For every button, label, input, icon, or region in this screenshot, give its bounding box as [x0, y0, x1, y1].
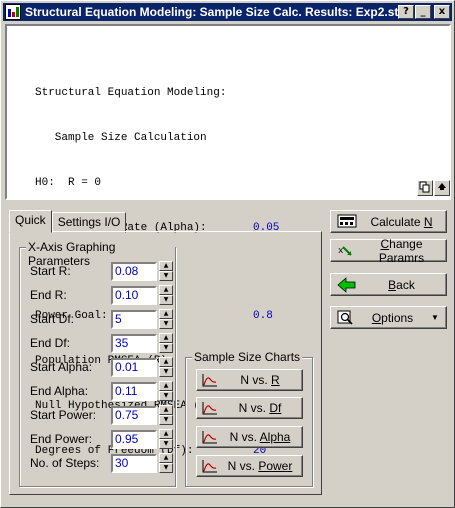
sample-size-charts-title: Sample Size Charts: [192, 350, 303, 364]
start-alpha-spinner[interactable]: ▲ ▼: [159, 357, 173, 377]
dropdown-arrow-icon: ▼: [431, 313, 439, 322]
no-of-steps-input[interactable]: 30: [111, 453, 157, 473]
dialog-window: Structural Equation Modeling: Sample Siz…: [0, 0, 455, 508]
end-df-input[interactable]: 35: [111, 333, 157, 353]
change-paramrs-button[interactable]: x Change Paramrs: [330, 237, 447, 265]
results-panel: Structural Equation Modeling: Sample Siz…: [5, 24, 451, 457]
end-r-input[interactable]: 0.10: [111, 285, 157, 305]
param-end-r: End R: 0.10 ▲ ▼: [30, 285, 173, 305]
minimize-button[interactable]: _: [415, 5, 431, 19]
param-end-df: End Df: 35 ▲ ▼: [30, 333, 173, 353]
help-button[interactable]: ?: [398, 5, 414, 19]
options-button[interactable]: Options ▼: [330, 306, 447, 329]
tab-strip: Quick Settings I/O: [9, 210, 127, 233]
change-params-icon: x: [337, 243, 357, 259]
start-alpha-input[interactable]: 0.01: [111, 357, 157, 377]
end-power-spinner[interactable]: ▲ ▼: [159, 429, 173, 449]
results-h0: H0: R = 0: [35, 177, 102, 189]
no-of-steps-spinner[interactable]: ▲ ▼: [159, 453, 173, 473]
param-end-alpha: End Alpha: 0.11 ▲ ▼: [30, 381, 173, 401]
app-icon[interactable]: [5, 4, 21, 20]
close-button[interactable]: x: [434, 5, 450, 19]
n-vs-df-button[interactable]: N vs. Df: [196, 397, 303, 419]
chart-curve-icon: [202, 459, 218, 473]
param-start-r: Start R: 0.08 ▲ ▼: [30, 261, 173, 281]
start-power-spinner[interactable]: ▲ ▼: [159, 405, 173, 425]
back-button[interactable]: Back: [330, 273, 447, 296]
start-power-input[interactable]: 0.75: [111, 405, 157, 425]
n-vs-power-button[interactable]: N vs. Power: [196, 455, 303, 477]
copy-icon[interactable]: [417, 180, 433, 196]
window-title: Structural Equation Modeling: Sample Siz…: [25, 5, 398, 19]
n-vs-alpha-button[interactable]: N vs. Alpha: [196, 426, 303, 448]
param-no-of-steps: No. of Steps: 30 ▲ ▼: [30, 453, 173, 473]
param-start-alpha: Start Alpha: 0.01 ▲ ▼: [30, 357, 173, 377]
start-df-spinner[interactable]: ▲ ▼: [159, 309, 173, 329]
x-axis-parameters-group: X-Axis Graphing Parameters Start R: 0.08…: [19, 240, 176, 487]
start-r-input[interactable]: 0.08: [111, 261, 157, 281]
chart-curve-icon: [202, 401, 218, 415]
n-vs-r-button[interactable]: N vs. R: [196, 369, 303, 391]
end-r-spinner[interactable]: ▲ ▼: [159, 285, 173, 305]
tab-quick[interactable]: Quick: [9, 210, 52, 233]
title-bar[interactable]: Structural Equation Modeling: Sample Siz…: [3, 3, 452, 21]
collapse-up-icon[interactable]: [434, 180, 450, 196]
chart-curve-icon: [202, 373, 218, 387]
quick-tab-panel: X-Axis Graphing Parameters Start R: 0.08…: [9, 231, 322, 495]
chart-curve-icon: [202, 430, 218, 444]
param-start-df: Start Df: 5 ▲ ▼: [30, 309, 173, 329]
end-alpha-spinner[interactable]: ▲ ▼: [159, 381, 173, 401]
param-start-power: Start Power: 0.75 ▲ ▼: [30, 405, 173, 425]
results-heading-1: Structural Equation Modeling:: [35, 87, 227, 99]
calculate-n-button[interactable]: Calculate N: [330, 210, 447, 233]
end-alpha-input[interactable]: 0.11: [111, 381, 157, 401]
sample-size-charts-group: Sample Size Charts N vs. R N vs. Df N vs…: [185, 350, 313, 487]
results-heading-2: Sample Size Calculation: [35, 132, 207, 144]
start-r-spinner[interactable]: ▲ ▼: [159, 261, 173, 281]
options-magnifier-icon: [337, 310, 357, 326]
end-df-spinner[interactable]: ▲ ▼: [159, 333, 173, 353]
end-power-input[interactable]: 0.95: [111, 429, 157, 449]
calculator-icon: [337, 214, 357, 230]
param-end-power: End Power: 0.95 ▲ ▼: [30, 429, 173, 449]
start-df-input[interactable]: 5: [111, 309, 157, 329]
tab-settings-io[interactable]: Settings I/O: [51, 212, 127, 233]
back-arrow-icon: [337, 276, 357, 293]
